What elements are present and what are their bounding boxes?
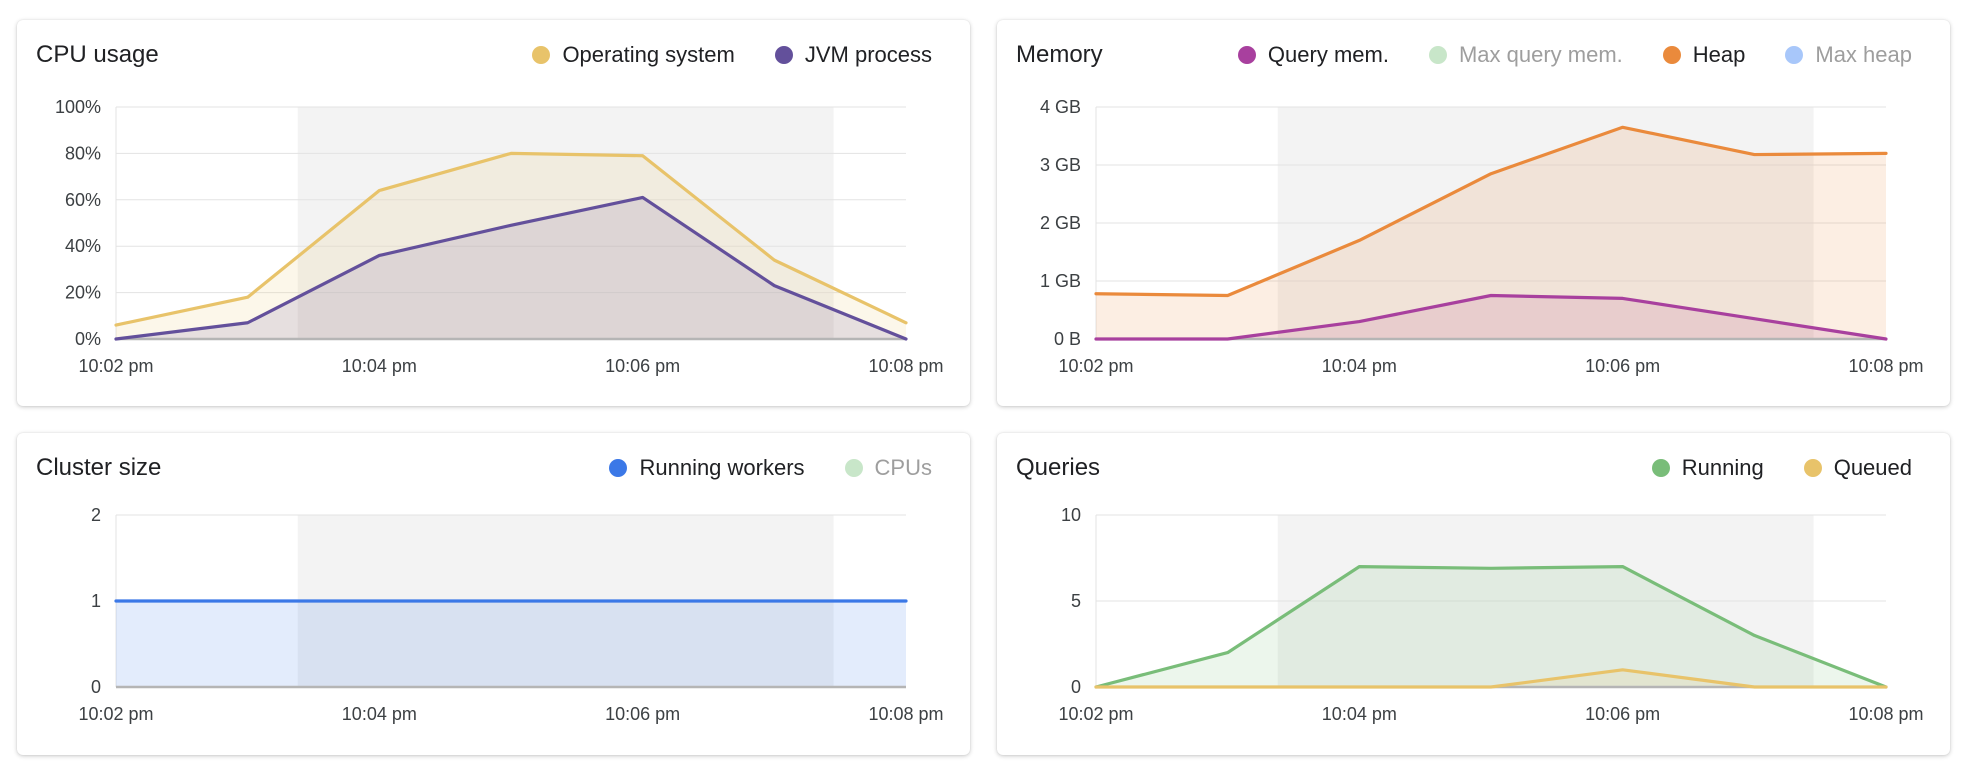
x-tick-label: 10:06 pm xyxy=(1585,356,1660,376)
y-tick-label: 0 xyxy=(1071,677,1081,697)
x-tick-label: 10:02 pm xyxy=(1058,704,1133,724)
queries-panel: Queries Running Queued 0 5 10 10:02 pm 10:04 … xyxy=(997,433,1950,755)
y-tick-label: 10 xyxy=(1061,505,1081,525)
y-tick-label: 40% xyxy=(65,236,101,256)
x-tick-label: 10:08 pm xyxy=(1848,704,1923,724)
y-tick-label: 100% xyxy=(55,97,101,117)
x-tick-label: 10:04 pm xyxy=(342,356,417,376)
x-tick-label: 10:02 pm xyxy=(78,356,153,376)
queries-chart: 0 5 10 10:02 pm 10:04 pm 10:06 pm 10:08 pm xyxy=(1058,505,1923,724)
cluster-size-panel: Cluster size Running workers CPUs 0 1 2 10:0… xyxy=(17,433,970,755)
series-area xyxy=(116,601,906,687)
x-tick-label: 10:02 pm xyxy=(1058,356,1133,376)
memory-panel: Memory Query mem. Max query mem. Heap Max h… xyxy=(997,20,1950,406)
cpu-usage-chart: 0% 20% 40% 60% 80% 100% 10:02 pm 10:04 pm 10:06 … xyxy=(55,97,944,376)
y-tick-label: 1 xyxy=(91,591,101,611)
y-tick-label: 4 GB xyxy=(1040,97,1081,117)
x-tick-label: 10:08 pm xyxy=(868,356,943,376)
y-tick-label: 80% xyxy=(65,143,101,163)
x-tick-label: 10:06 pm xyxy=(605,356,680,376)
y-tick-label: 1 GB xyxy=(1040,271,1081,291)
y-tick-label: 60% xyxy=(65,190,101,210)
x-tick-label: 10:04 pm xyxy=(1322,356,1397,376)
x-tick-label: 10:02 pm xyxy=(78,704,153,724)
y-tick-label: 0% xyxy=(75,329,101,349)
y-tick-label: 2 GB xyxy=(1040,213,1081,233)
x-tick-label: 10:06 pm xyxy=(1585,704,1660,724)
x-tick-label: 10:04 pm xyxy=(342,704,417,724)
x-tick-label: 10:08 pm xyxy=(868,704,943,724)
x-tick-label: 10:08 pm xyxy=(1848,356,1923,376)
cpu-usage-panel: CPU usage Operating system JVM process 0%… xyxy=(17,20,970,406)
y-tick-label: 0 B xyxy=(1054,329,1081,349)
memory-chart: 0 B 1 GB 2 GB 3 GB 4 GB 10:02 pm 10:04 pm 10:06… xyxy=(1040,97,1924,376)
y-tick-label: 5 xyxy=(1071,591,1081,611)
cluster-size-chart: 0 1 2 10:02 pm 10:04 pm 10:06 pm 10:08 pm xyxy=(78,505,943,724)
x-tick-label: 10:06 pm xyxy=(605,704,680,724)
y-tick-label: 3 GB xyxy=(1040,155,1081,175)
y-tick-label: 20% xyxy=(65,283,101,303)
y-tick-label: 0 xyxy=(91,677,101,697)
y-tick-label: 2 xyxy=(91,505,101,525)
x-tick-label: 10:04 pm xyxy=(1322,704,1397,724)
